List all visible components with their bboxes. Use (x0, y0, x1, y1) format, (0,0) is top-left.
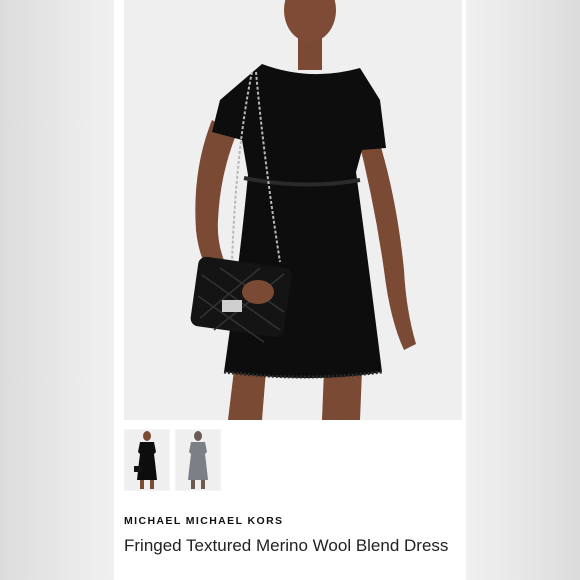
left-background (0, 0, 114, 580)
dress-model-gray-thumbnail-icon (176, 430, 220, 490)
product-card: MICHAEL MICHAEL KORS Fringed Textured Me… (114, 0, 466, 580)
thumbnail-front[interactable] (124, 429, 170, 491)
product-brand: MICHAEL MICHAEL KORS (124, 515, 284, 527)
product-main-image[interactable] (124, 0, 462, 420)
right-background (466, 0, 580, 580)
model-photo-icon (124, 0, 462, 420)
thumbnail-strip (124, 429, 221, 491)
dress-front-thumbnail-icon (125, 430, 169, 490)
thumbnail-model[interactable] (175, 429, 221, 491)
product-title: Fringed Textured Merino Wool Blend Dress (124, 536, 449, 555)
